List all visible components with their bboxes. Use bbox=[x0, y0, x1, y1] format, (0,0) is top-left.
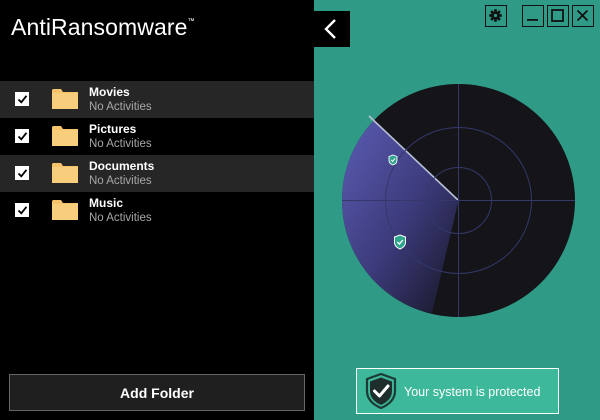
chevron-left-icon bbox=[324, 19, 336, 39]
folder-status: No Activities bbox=[89, 101, 152, 113]
folder-icon bbox=[52, 200, 78, 220]
folder-status: No Activities bbox=[89, 212, 152, 224]
maximize-icon bbox=[551, 9, 564, 22]
checkmark-icon bbox=[17, 169, 28, 178]
folder-list: Movies No Activities Pictures No Activit… bbox=[0, 81, 314, 229]
folder-row-music[interactable]: Music No Activities bbox=[0, 192, 314, 229]
folder-name: Music bbox=[89, 196, 124, 210]
app-title-text: AntiRansomware bbox=[11, 14, 188, 40]
minimize-button[interactable] bbox=[522, 5, 544, 27]
folder-icon bbox=[52, 126, 78, 146]
app-title: AntiRansomware™ bbox=[11, 14, 195, 41]
folder-checkbox[interactable] bbox=[15, 203, 29, 217]
folder-name: Pictures bbox=[89, 122, 137, 136]
folder-row-pictures[interactable]: Pictures No Activities bbox=[0, 118, 314, 155]
minimize-icon bbox=[527, 19, 538, 21]
shield-check-icon bbox=[365, 373, 397, 409]
settings-button[interactable] bbox=[485, 5, 507, 27]
folder-checkbox[interactable] bbox=[15, 92, 29, 106]
add-folder-button[interactable]: Add Folder bbox=[9, 374, 305, 411]
folder-row-movies[interactable]: Movies No Activities bbox=[0, 81, 314, 118]
maximize-button[interactable] bbox=[547, 5, 569, 27]
status-message: Your system is protected bbox=[404, 385, 541, 399]
back-button[interactable] bbox=[314, 11, 350, 47]
folder-status: No Activities bbox=[89, 175, 152, 187]
gear-icon bbox=[489, 9, 502, 22]
checkmark-icon bbox=[17, 206, 28, 215]
protection-status-banner: Your system is protected bbox=[356, 368, 559, 414]
sidebar-panel: AntiRansomware™ Movies No Activities Pic… bbox=[0, 0, 314, 420]
radar-scanner bbox=[342, 84, 575, 317]
close-icon bbox=[576, 9, 589, 22]
checkmark-icon bbox=[17, 132, 28, 141]
trademark-mark: ™ bbox=[187, 18, 195, 25]
close-button[interactable] bbox=[572, 5, 594, 27]
shield-check-icon bbox=[394, 234, 406, 250]
checkmark-icon bbox=[17, 95, 28, 104]
folder-checkbox[interactable] bbox=[15, 129, 29, 143]
folder-icon bbox=[52, 89, 78, 109]
folder-name: Movies bbox=[89, 85, 130, 99]
folder-checkbox[interactable] bbox=[15, 166, 29, 180]
folder-name: Documents bbox=[89, 159, 155, 173]
folder-status: No Activities bbox=[89, 138, 152, 150]
folder-icon bbox=[52, 163, 78, 183]
shield-check-icon bbox=[388, 154, 398, 166]
folder-row-documents[interactable]: Documents No Activities bbox=[0, 155, 314, 192]
